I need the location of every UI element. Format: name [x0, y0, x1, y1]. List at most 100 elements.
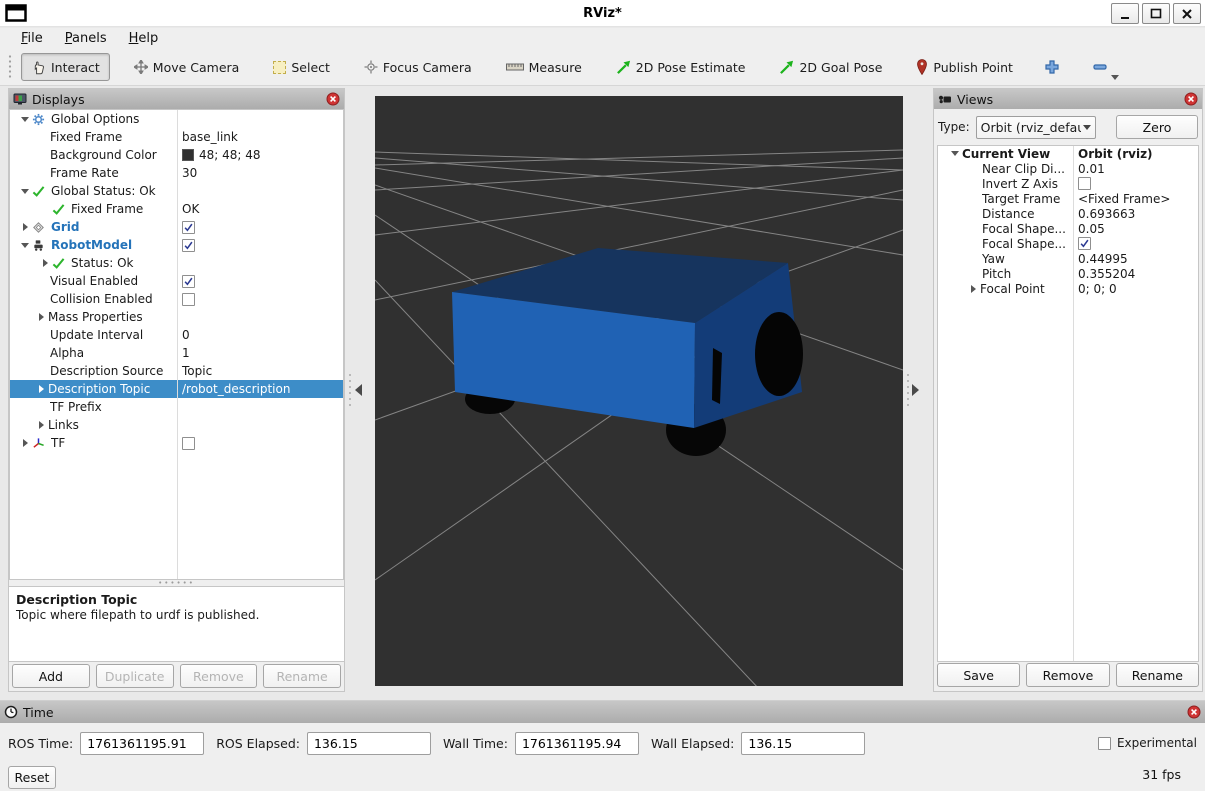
- row-value[interactable]: 0.693663: [1078, 207, 1135, 221]
- tool-2d-goal-pose[interactable]: 2D Goal Pose: [769, 53, 892, 81]
- add-button[interactable]: Add: [12, 664, 90, 688]
- view-row-distance[interactable]: Distance 0.693663: [938, 206, 1198, 221]
- view-row-focal-point[interactable]: Focal Point 0; 0; 0: [938, 281, 1198, 296]
- panel-close-icon[interactable]: [1187, 705, 1201, 719]
- expander-right-icon[interactable]: [23, 439, 28, 447]
- checkbox-unchecked[interactable]: [182, 437, 195, 450]
- column-divider[interactable]: [1073, 146, 1074, 661]
- view-row-yaw[interactable]: Yaw 0.44995: [938, 251, 1198, 266]
- wall-time-input[interactable]: [515, 732, 639, 755]
- row-label: Target Frame: [982, 192, 1060, 206]
- expander-right-icon[interactable]: [39, 421, 44, 429]
- tool-publish-point[interactable]: Publish Point: [906, 53, 1023, 81]
- row-label: Visual Enabled: [50, 274, 138, 288]
- duplicate-button: Duplicate: [96, 664, 174, 688]
- ros-elapsed-input[interactable]: [307, 732, 431, 755]
- view-row-target-frame[interactable]: Target Frame <Fixed Frame>: [938, 191, 1198, 206]
- tool-move-camera[interactable]: Move Camera: [124, 53, 250, 81]
- row-value[interactable]: 0.44995: [1078, 252, 1128, 266]
- left-splitter[interactable]: [348, 372, 352, 408]
- time-panel-header[interactable]: Time: [0, 701, 1205, 723]
- expander-right-icon[interactable]: [971, 285, 976, 293]
- chevron-down-icon[interactable]: [1111, 75, 1119, 80]
- expander-down-icon[interactable]: [21, 117, 29, 122]
- right-splitter[interactable]: [906, 372, 910, 408]
- view-row-focal-shape-size[interactable]: Focal Shape... 0.05: [938, 221, 1198, 236]
- toolbar-drag-handle[interactable]: [8, 54, 13, 80]
- expander-down-icon[interactable]: [21, 189, 29, 194]
- minimize-icon: [1117, 6, 1133, 22]
- row-label: Update Interval: [50, 328, 143, 342]
- reset-button[interactable]: Reset: [8, 766, 56, 789]
- displays-panel-header[interactable]: Displays: [9, 89, 344, 109]
- camera-icon: [938, 92, 952, 106]
- tool-select[interactable]: Select: [263, 53, 340, 81]
- row-value[interactable]: 0.01: [1078, 162, 1105, 176]
- checkbox-unchecked[interactable]: [1078, 177, 1091, 190]
- tool-2d-pose-estimate[interactable]: 2D Pose Estimate: [606, 53, 756, 81]
- minimize-button[interactable]: [1111, 3, 1139, 24]
- row-value[interactable]: 0: [182, 328, 190, 342]
- views-tree: Current View Orbit (rviz) Near Clip Di..…: [937, 145, 1199, 662]
- menu-panels[interactable]: Panels: [56, 29, 116, 48]
- row-label: Current View: [962, 147, 1050, 161]
- rename-button[interactable]: Rename: [1116, 663, 1199, 687]
- view-row-invert-z[interactable]: Invert Z Axis: [938, 176, 1198, 191]
- 3d-viewport[interactable]: [375, 96, 903, 686]
- view-row-near-clip[interactable]: Near Clip Di... 0.01: [938, 161, 1198, 176]
- panel-close-icon[interactable]: [326, 92, 340, 106]
- wall-elapsed-input[interactable]: [741, 732, 865, 755]
- tf-axes-icon: [32, 437, 45, 450]
- expander-down-icon[interactable]: [951, 151, 959, 156]
- checkbox-checked[interactable]: [1078, 237, 1091, 250]
- row-value[interactable]: 30: [182, 166, 197, 180]
- expander-right-icon[interactable]: [43, 259, 48, 267]
- view-row-current-view[interactable]: Current View Orbit (rviz): [938, 146, 1198, 161]
- view-row-focal-shape-fixed[interactable]: Focal Shape...: [938, 236, 1198, 251]
- add-tool-button[interactable]: [1037, 53, 1067, 81]
- expander-right-icon[interactable]: [39, 385, 44, 393]
- experimental-checkbox[interactable]: [1098, 737, 1111, 750]
- row-value[interactable]: 48; 48; 48: [199, 148, 261, 162]
- remove-tool-button[interactable]: [1085, 53, 1115, 81]
- menu-file[interactable]: File: [12, 29, 52, 48]
- tool-interact[interactable]: Interact: [21, 53, 110, 81]
- plus-icon: [1044, 59, 1060, 75]
- close-button[interactable]: [1173, 3, 1201, 24]
- tool-measure[interactable]: Measure: [496, 53, 592, 81]
- row-value[interactable]: 0; 0; 0: [1078, 282, 1117, 296]
- row-label: Status: Ok: [71, 256, 134, 270]
- row-label: Fixed Frame: [50, 130, 122, 144]
- checkmark-icon: [1079, 237, 1090, 250]
- maximize-icon: [1148, 6, 1164, 22]
- expander-right-icon[interactable]: [39, 313, 44, 321]
- panel-close-icon[interactable]: [1184, 92, 1198, 106]
- zero-button[interactable]: Zero: [1116, 115, 1198, 139]
- checkbox-checked[interactable]: [182, 221, 195, 234]
- menu-help[interactable]: Help: [120, 29, 168, 48]
- collapse-left-arrow-icon[interactable]: [355, 384, 362, 396]
- row-value[interactable]: /robot_description: [182, 382, 290, 396]
- maximize-button[interactable]: [1142, 3, 1170, 24]
- checkbox-checked[interactable]: [182, 239, 195, 252]
- column-divider[interactable]: [177, 110, 178, 579]
- expander-down-icon[interactable]: [21, 243, 29, 248]
- view-type-dropdown[interactable]: Orbit (rviz_default_: [976, 116, 1096, 139]
- checkbox-checked[interactable]: [182, 275, 195, 288]
- expander-right-icon[interactable]: [23, 223, 28, 231]
- save-button[interactable]: Save: [937, 663, 1020, 687]
- tool-focus-camera[interactable]: Focus Camera: [354, 53, 482, 81]
- row-value[interactable]: 0.355204: [1078, 267, 1135, 281]
- remove-button[interactable]: Remove: [1026, 663, 1109, 687]
- view-row-pitch[interactable]: Pitch 0.355204: [938, 266, 1198, 281]
- checkbox-unchecked[interactable]: [182, 293, 195, 306]
- collapse-right-arrow-icon[interactable]: [912, 384, 919, 396]
- row-value[interactable]: base_link: [182, 130, 238, 144]
- row-value[interactable]: 0.05: [1078, 222, 1105, 236]
- views-panel-header[interactable]: Views: [934, 89, 1202, 109]
- color-swatch[interactable]: [182, 149, 194, 161]
- row-value[interactable]: 1: [182, 346, 190, 360]
- row-value[interactable]: Topic: [182, 364, 212, 378]
- row-value[interactable]: <Fixed Frame>: [1078, 192, 1170, 206]
- ros-time-input[interactable]: [80, 732, 204, 755]
